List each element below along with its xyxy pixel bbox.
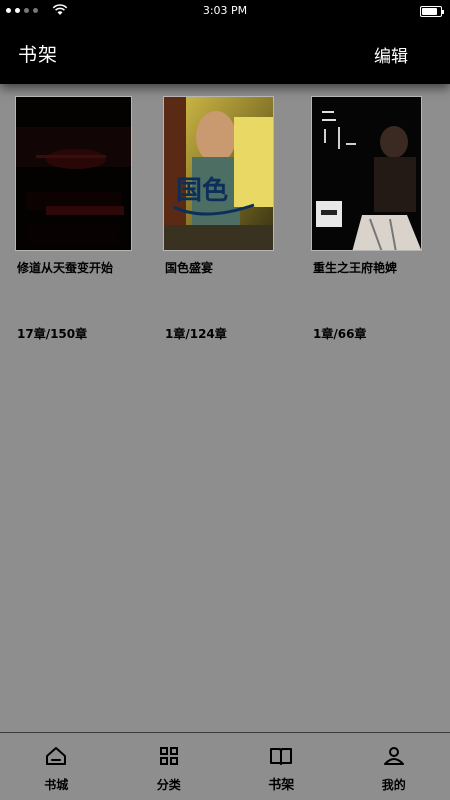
app-screen: 3:03 PM 书架 编辑 修道从天蚕变开始 17章/150章 国色 国色盛宴 … [0,0,450,800]
tab-category[interactable]: 分类 [113,733,226,800]
book-title: 修道从天蚕变开始 [17,261,114,275]
tab-bookshelf[interactable]: 书架 [225,733,338,800]
tab-mine[interactable]: 我的 [338,733,450,800]
status-bar: 3:03 PM [0,0,450,24]
status-time: 3:03 PM [202,4,248,17]
svg-text:国色: 国色 [176,175,228,206]
page-title: 书架 [18,44,59,66]
book-progress: 1章/124章 [165,327,227,341]
tab-label: 我的 [381,778,406,792]
book-item[interactable]: 国色 国色盛宴 1章/124章 [163,96,283,346]
tab-bookstore[interactable]: 书城 [0,733,113,800]
book-progress: 17章/150章 [17,327,88,341]
person-icon [383,747,404,765]
tab-label: 书架 [268,778,295,793]
book-progress: 1章/66章 [313,327,367,341]
book-item[interactable]: 修道从天蚕变开始 17章/150章 [15,96,135,346]
grid-icon [159,747,178,765]
tab-bar: 书城 分类 书架 我的 [0,732,450,800]
book-cover-image[interactable] [311,96,422,251]
battery-fill [422,8,437,15]
tab-label: 分类 [156,778,181,792]
book-title: 国色盛宴 [165,261,214,275]
book-open-icon [270,748,293,765]
home-icon [46,747,67,765]
tab-label: 书城 [44,778,69,792]
book-title: 重生之王府艳婢 [313,261,398,275]
book-cover-image[interactable]: 国色 [163,96,274,251]
navigation-bar: 书架 编辑 [0,24,450,84]
book-cover-image[interactable] [15,96,132,251]
battery-icon [420,6,444,17]
edit-button[interactable]: 编辑 [374,42,408,67]
book-item[interactable]: 重生之王府艳婢 1章/66章 [311,96,431,346]
bookshelf-grid: 修道从天蚕变开始 17章/150章 国色 国色盛宴 1章/124章 重生之王府艳… [0,84,450,732]
